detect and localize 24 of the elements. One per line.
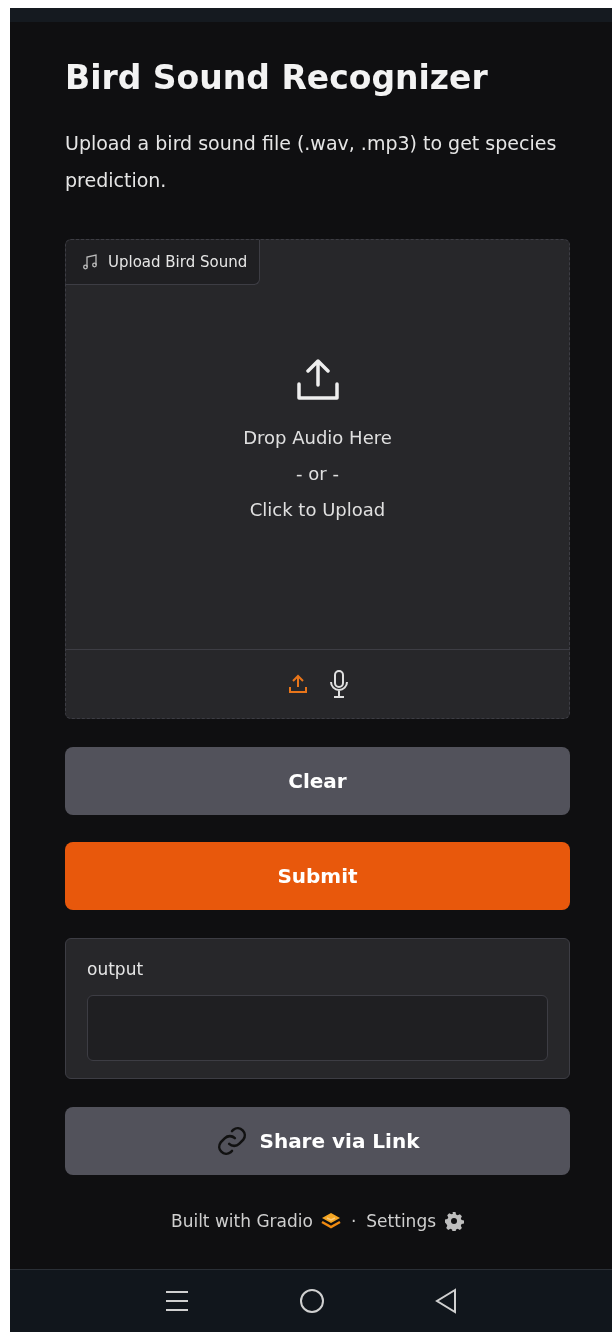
microphone-icon — [327, 669, 350, 699]
description-text: Upload a bird sound file (.wav, .mp3) to get species prediction. — [65, 131, 558, 193]
upload-icon — [295, 359, 340, 401]
output-field[interactable] — [87, 995, 548, 1061]
separator-dot: · — [350, 1211, 357, 1231]
settings-icon — [444, 1211, 465, 1231]
upload-label-text: Upload Bird Sound — [108, 253, 248, 271]
settings-link[interactable]: Settings — [366, 1211, 465, 1231]
music-note-icon — [82, 254, 98, 270]
audio-upload-area[interactable]: Upload Bird Sound Drop Audio Here - or - Click to Upload — [65, 239, 570, 719]
submit-button[interactable]: Submit — [65, 842, 570, 910]
layers-logo-icon — [320, 1212, 341, 1230]
or-text: - or - — [296, 462, 339, 486]
click-to-upload-text: Click to Upload — [249, 498, 386, 522]
output-label: output — [87, 959, 145, 979]
drop-text: Drop Audio Here — [243, 426, 392, 450]
menu-nav-button[interactable] — [165, 1290, 189, 1312]
page-title: Bird Sound Recognizer — [65, 58, 489, 97]
share-link-button[interactable]: Share via Link — [65, 1107, 570, 1175]
home-nav-button[interactable] — [299, 1288, 325, 1314]
microphone-source-button[interactable] — [327, 669, 350, 699]
back-nav-button[interactable] — [435, 1288, 457, 1314]
built-with-gradio-link[interactable]: Built with Gradio — [170, 1211, 341, 1231]
clear-button[interactable]: Clear — [65, 747, 570, 815]
